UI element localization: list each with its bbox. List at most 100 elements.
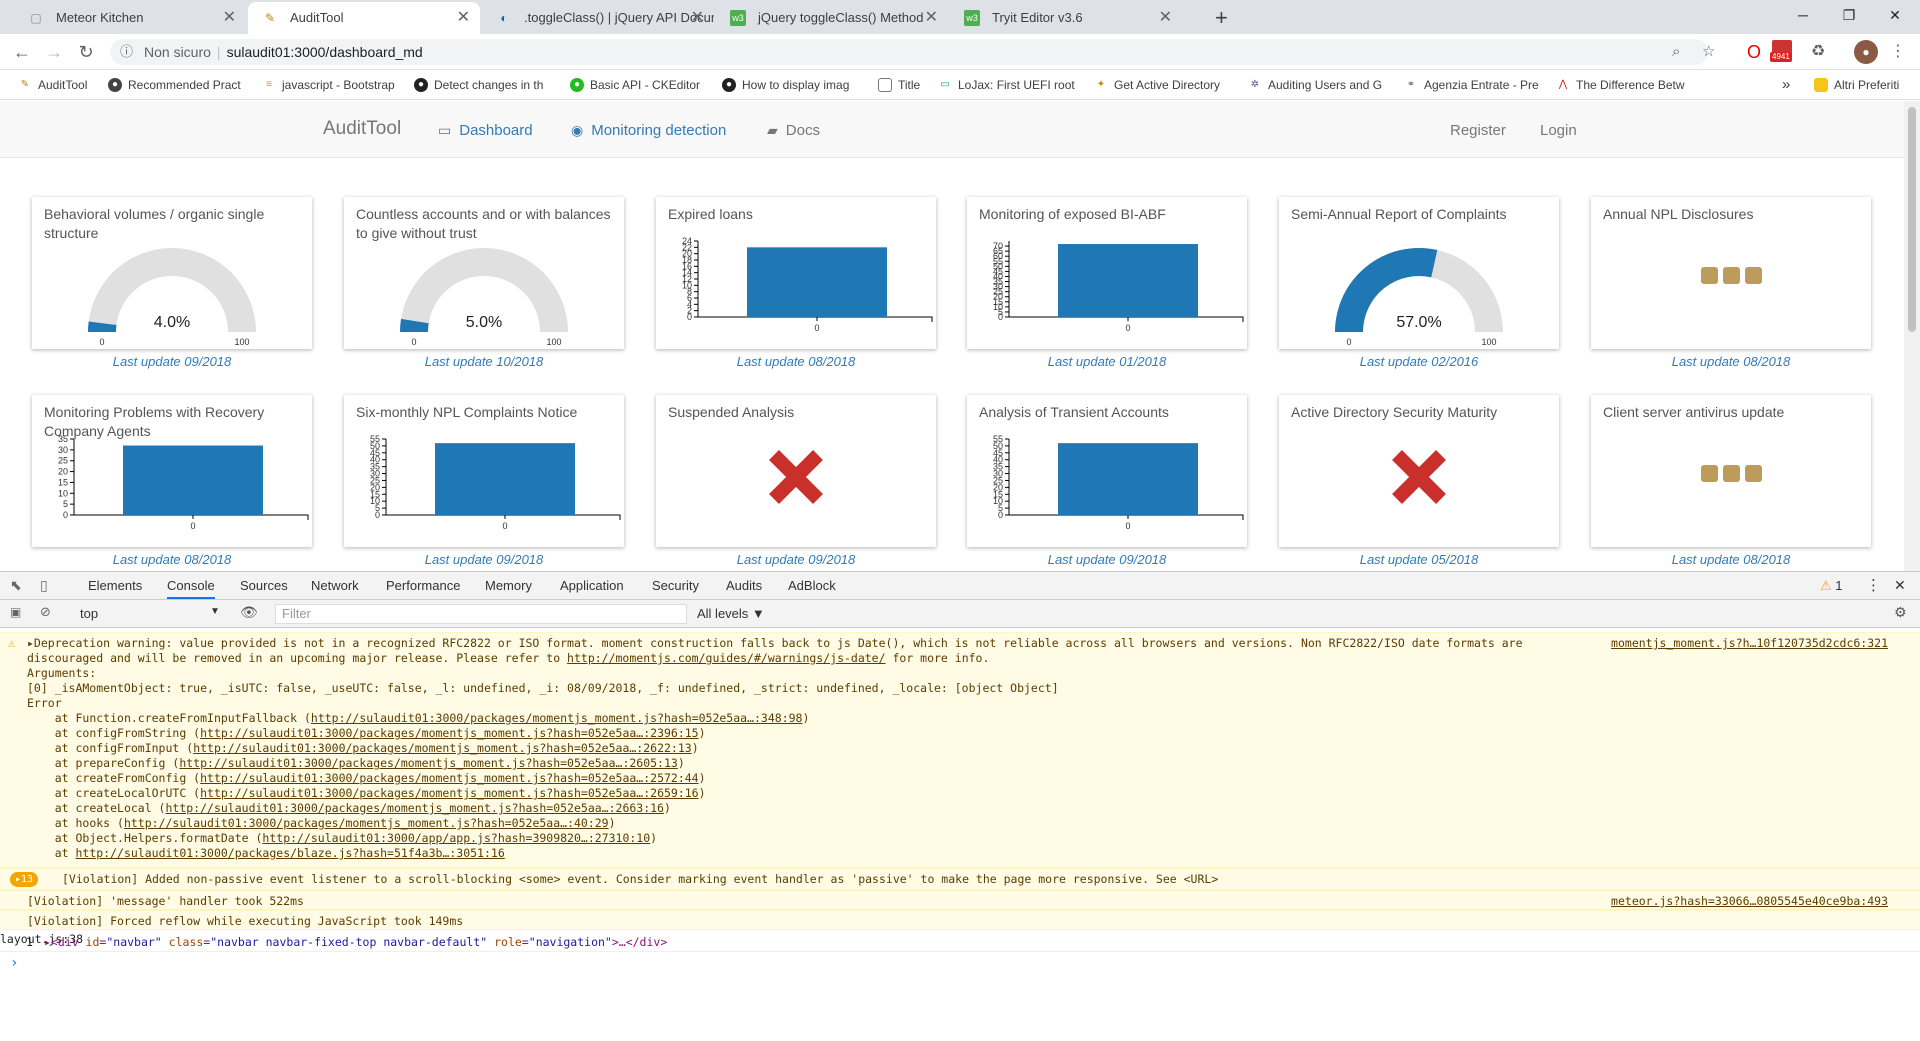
nav-login[interactable]: Login xyxy=(1540,122,1577,139)
back-icon[interactable]: ← xyxy=(8,38,36,66)
close-icon[interactable]: ✕ xyxy=(925,2,938,34)
browser-tab-audittool[interactable]: ✎ AuditTool ✕ xyxy=(248,2,480,34)
devtools-tab-network[interactable]: Network xyxy=(311,572,359,599)
close-icon[interactable]: ✕ xyxy=(691,2,704,34)
devtools-menu-icon[interactable]: ⋮ xyxy=(1866,572,1881,599)
zoom-icon[interactable]: ⌕ xyxy=(1672,39,1680,65)
bookmark-item[interactable]: ● Detect changes in th xyxy=(414,70,543,100)
dashboard-widget[interactable]: Semi-Annual Report of Complaints 57.0% 0 10… xyxy=(1279,197,1559,349)
devtools-tab-application[interactable]: Application xyxy=(560,572,624,599)
bookmark-item[interactable]: ⋀ The Difference Betw xyxy=(1556,70,1685,100)
dashboard-widget[interactable]: Client server antivirus update xyxy=(1591,395,1871,547)
chart-bar[interactable] xyxy=(1058,443,1198,515)
bookmark-item[interactable]: ▭ LoJax: First UEFI root xyxy=(938,70,1074,100)
chart-bar[interactable] xyxy=(747,247,887,317)
violation-source-link[interactable]: meteor.js?hash=33066…0805545e40ce9ba:493 xyxy=(1611,894,1888,909)
devtools-tab-performance[interactable]: Performance xyxy=(386,572,460,599)
opera-icon[interactable]: O xyxy=(1742,40,1766,64)
dashboard-widget[interactable]: Annual NPL Disclosures xyxy=(1591,197,1871,349)
chart-bar[interactable] xyxy=(435,443,575,515)
bookmark-item[interactable]: Title xyxy=(878,70,920,100)
browser-tab-w3schools[interactable]: w3 jQuery toggleClass() Method ✕ xyxy=(716,2,948,34)
stack-trace-link[interactable]: http://sulaudit01:3000/packages/momentjs… xyxy=(311,711,803,725)
bookmark-item[interactable]: ● Basic API - CKEditor xyxy=(570,70,700,100)
stack-trace-link[interactable]: http://sulaudit01:3000/app/app.js?hash=3… xyxy=(262,831,650,845)
avatar[interactable]: ● xyxy=(1854,40,1878,64)
restore-icon[interactable]: ❐ xyxy=(1826,0,1872,30)
console-log-message[interactable]: 1 ▸<div id="navbar" class="navbar navbar… xyxy=(0,932,1920,952)
clear-console-icon[interactable]: ⊘ xyxy=(40,604,51,620)
close-icon[interactable]: ✕ xyxy=(457,2,470,34)
stack-trace-link[interactable]: http://sulaudit01:3000/packages/blaze.js… xyxy=(75,846,504,860)
inspect-element-icon[interactable]: ⬉ xyxy=(10,572,22,599)
close-icon[interactable]: ✕ xyxy=(1159,2,1172,34)
scrollbar-thumb[interactable] xyxy=(1908,107,1916,332)
nav-dashboard[interactable]: ▭ Dashboard xyxy=(438,122,533,139)
dashboard-widget[interactable]: Monitoring of exposed BI-ABF 0 5 10 15 20 25 30… xyxy=(967,197,1247,349)
eye-icon[interactable]: 👁 xyxy=(240,604,258,621)
bookmark-star-icon[interactable]: ☆ xyxy=(1702,39,1715,65)
chart-bar[interactable] xyxy=(123,445,263,515)
dashboard-widget[interactable]: Six-monthly NPL Complaints Notice 0 5 10 15 2… xyxy=(344,395,624,547)
warning-icon[interactable]: ⚠ 1 xyxy=(1820,572,1843,599)
page-scrollbar[interactable] xyxy=(1904,101,1920,571)
close-icon[interactable]: ✕ xyxy=(223,2,236,34)
stack-trace-link[interactable]: http://sulaudit01:3000/packages/momentjs… xyxy=(200,726,699,740)
settings-gear-icon[interactable]: ⚙ xyxy=(1894,604,1907,621)
window-close-icon[interactable]: ✕ xyxy=(1872,0,1918,30)
dashboard-widget[interactable]: Analysis of Transient Accounts 0 5 10 15 20 25… xyxy=(967,395,1247,547)
console-prompt[interactable]: › xyxy=(10,956,18,971)
forward-icon[interactable]: → xyxy=(40,38,68,66)
browser-tab-tryit[interactable]: w3 Tryit Editor v3.6 ✕ xyxy=(950,2,1182,34)
stack-trace-link[interactable]: http://sulaudit01:3000/packages/momentjs… xyxy=(193,741,692,755)
nav-monitoring-detection[interactable]: ◉ Monitoring detection xyxy=(571,122,726,139)
devtools-tab-sources[interactable]: Sources xyxy=(240,572,288,599)
browser-tab-meteor-kitchen[interactable]: ▢ Meteor Kitchen ✕ xyxy=(14,2,246,34)
bookmark-item[interactable]: ● Recommended Pract xyxy=(108,70,241,100)
devtools-close-icon[interactable]: ✕ xyxy=(1894,572,1906,599)
nav-register[interactable]: Register xyxy=(1450,122,1506,139)
dashboard-widget[interactable]: Active Directory Security Maturity xyxy=(1279,395,1559,547)
devtools-tab-audits[interactable]: Audits xyxy=(726,572,762,599)
mail-extension-icon[interactable]: 4941 xyxy=(1770,38,1796,62)
devtools-tab-security[interactable]: Security xyxy=(652,572,699,599)
bookmark-item[interactable]: ✎ AuditTool xyxy=(18,70,88,100)
devtools-tab-elements[interactable]: Elements xyxy=(88,572,142,599)
bookmark-item[interactable]: ● How to display imag xyxy=(722,70,849,100)
console-filter-input[interactable]: Filter xyxy=(275,604,687,624)
bookmarks-overflow-button[interactable]: » xyxy=(1782,70,1790,100)
device-toolbar-icon[interactable]: ▯ xyxy=(40,572,48,599)
other-bookmarks-folder[interactable]: Altri Preferiti xyxy=(1814,70,1899,100)
dashboard-widget[interactable]: Behavioral volumes / organic single stru… xyxy=(32,197,312,349)
reload-icon[interactable]: ↻ xyxy=(72,38,100,66)
bookmark-item[interactable]: ✦ Get Active Directory xyxy=(1094,70,1220,100)
bookmark-item[interactable]: ✲ Auditing Users and G xyxy=(1248,70,1382,100)
stack-trace-link[interactable]: http://sulaudit01:3000/packages/momentjs… xyxy=(124,816,609,830)
dashboard-widget[interactable]: Expired loans 0 2 4 6 8 10 12 14 16 18 20 22 24 0 xyxy=(656,197,936,349)
devtools-tab-console[interactable]: Console xyxy=(167,572,215,599)
stack-trace-link[interactable]: http://sulaudit01:3000/packages/momentjs… xyxy=(200,771,699,785)
sidebar-toggle-icon[interactable]: ▣ xyxy=(10,605,21,619)
devtools-tab-memory[interactable]: Memory xyxy=(485,572,532,599)
warning-source-link[interactable]: momentjs_moment.js?h…10f120735d2cdc6:321 xyxy=(1611,636,1888,651)
menu-kebab-icon[interactable]: ⋮ xyxy=(1886,40,1910,64)
devtools-tab-adblock[interactable]: AdBlock xyxy=(788,572,836,599)
stack-trace-link[interactable]: http://sulaudit01:3000/packages/momentjs… xyxy=(165,801,664,815)
bookmark-item[interactable]: ≡ javascript - Bootstrap xyxy=(262,70,395,100)
console-warning-message[interactable]: ⚠ ▸Deprecation warning: value provided i… xyxy=(0,632,1920,868)
address-bar[interactable]: ⓘ Non sicuro | sulaudit01:3000/dashboard_m… xyxy=(110,39,1715,65)
info-icon[interactable]: ⓘ xyxy=(120,39,133,65)
dashboard-widget[interactable]: Monitoring Problems with Recovery Compan… xyxy=(32,395,312,547)
console-violation-group[interactable]: ▸13 [Violation] Added non-passive event … xyxy=(0,868,1920,890)
new-tab-button[interactable]: + xyxy=(1215,3,1228,33)
stack-trace-link[interactable]: http://sulaudit01:3000/packages/momentjs… xyxy=(179,756,678,770)
nav-docs[interactable]: ▰ Docs xyxy=(767,122,820,139)
dashboard-widget[interactable]: Suspended Analysis xyxy=(656,395,936,547)
log-element[interactable]: ▸<div id="navbar" class="navbar navbar-f… xyxy=(44,935,667,950)
stack-trace-link[interactable]: http://sulaudit01:3000/packages/momentjs… xyxy=(200,786,699,800)
minimize-icon[interactable]: ─ xyxy=(1780,0,1826,30)
log-levels-dropdown[interactable]: All levels ▼ xyxy=(697,606,765,621)
dashboard-widget[interactable]: Countless accounts and or with balances … xyxy=(344,197,624,349)
bookmark-item[interactable]: ⚭ Agenzia Entrate - Pre xyxy=(1404,70,1539,100)
brand[interactable]: AuditTool xyxy=(323,118,401,140)
